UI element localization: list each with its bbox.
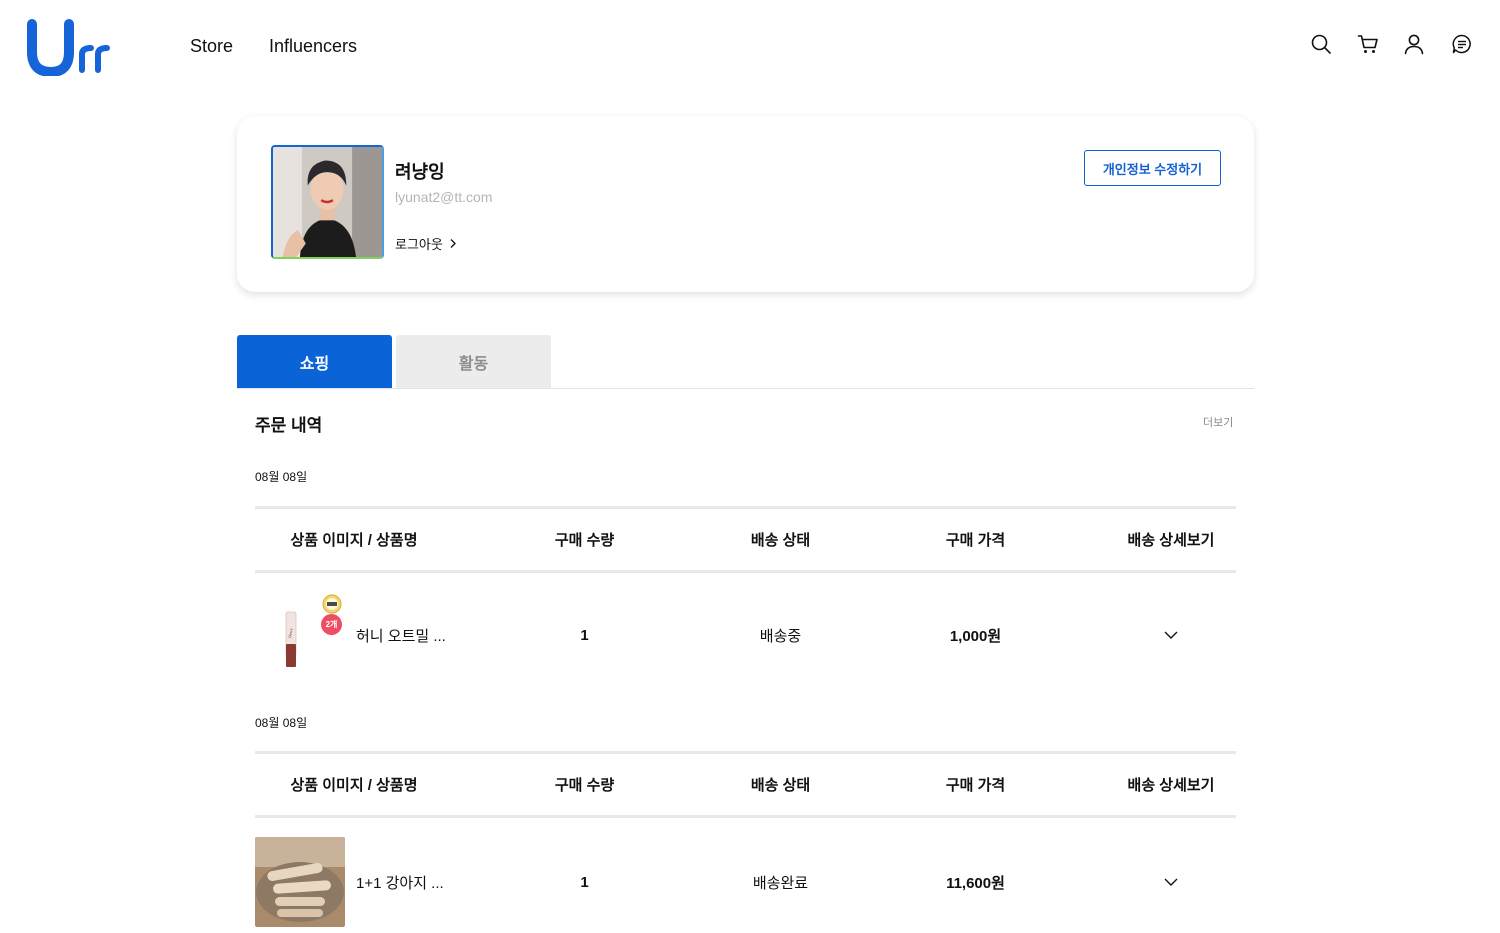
purchase-quantity: 1 [580, 626, 589, 644]
purchase-price: 11,600원 [946, 874, 1005, 892]
purchase-price: 1,000원 [949, 627, 1002, 645]
nav-influencers-link[interactable]: Influencers [269, 36, 357, 57]
column-header-quantity: 구매 수량 [554, 777, 615, 794]
column-header-price: 구매 가격 [945, 777, 1006, 794]
logout-link[interactable]: 로그아웃 [395, 234, 457, 253]
order-history-title: 주문 내역 [255, 416, 323, 435]
column-header-price: 구매 가격 [945, 532, 1006, 549]
logout-label: 로그아웃 [395, 237, 443, 252]
profile-card: 려냥잉 lyunat2@tt.com 로그아웃 개인정보 수정하기 [237, 116, 1254, 292]
brand-logo[interactable] [26, 18, 116, 78]
column-header-product: 상품 이미지 / 상품명 [290, 777, 418, 794]
column-header-status: 배송 상태 [750, 532, 811, 549]
user-icon[interactable] [1403, 33, 1425, 55]
order-date: 08월 08일 [255, 470, 308, 484]
purchase-quantity: 1 [580, 873, 589, 891]
delivery-status: 배송완료 [752, 874, 809, 892]
expand-details-button[interactable] [1073, 590, 1269, 680]
table-row: 1+1 강아지 ... 1 배송완료 11,600원 [255, 837, 1236, 927]
search-icon[interactable] [1310, 33, 1332, 55]
product-name[interactable]: 허니 오트밀 ... [356, 590, 446, 680]
order-date: 08월 08일 [255, 716, 308, 730]
expand-details-button[interactable] [1073, 837, 1269, 927]
avatar [271, 145, 384, 259]
mypage-tabs: 쇼핑 활동 [237, 335, 1254, 389]
chat-icon[interactable] [1451, 33, 1473, 55]
table-row: Dewy 2개 허니 오트밀 ... 1 배송중 1,000원 [255, 590, 1236, 680]
tab-shopping[interactable]: 쇼핑 [237, 335, 392, 388]
chevron-down-icon [1164, 631, 1178, 639]
site-header: Store Influencers [0, 0, 1500, 96]
table-header: 상품 이미지 / 상품명 구매 수량 배송 상태 구매 가격 배송 상세보기 [255, 506, 1236, 573]
chevron-down-icon [1164, 878, 1178, 886]
profile-email: lyunat2@tt.com [395, 189, 493, 205]
column-header-quantity: 구매 수량 [554, 532, 615, 549]
column-header-product: 상품 이미지 / 상품명 [290, 532, 418, 549]
tab-activity[interactable]: 활동 [396, 335, 551, 388]
column-header-details: 배송 상세보기 [1127, 532, 1215, 549]
product-thumbnail[interactable] [255, 837, 345, 927]
product-name[interactable]: 1+1 강아지 ... [356, 837, 444, 927]
column-header-details: 배송 상세보기 [1127, 777, 1215, 794]
column-header-status: 배송 상태 [750, 777, 811, 794]
nav-store-link[interactable]: Store [190, 36, 233, 57]
profile-name: 려냥잉 [395, 162, 445, 182]
more-link[interactable]: 더보기 [1203, 414, 1233, 430]
cart-icon[interactable] [1357, 33, 1379, 55]
quantity-badge: 2개 [321, 614, 342, 635]
delivery-status: 배송중 [759, 627, 802, 645]
edit-profile-button[interactable]: 개인정보 수정하기 [1084, 150, 1221, 186]
table-header: 상품 이미지 / 상품명 구매 수량 배송 상태 구매 가격 배송 상세보기 [255, 751, 1236, 818]
chevron-right-icon [450, 239, 456, 248]
product-thumbnail[interactable]: Dewy [255, 590, 345, 680]
